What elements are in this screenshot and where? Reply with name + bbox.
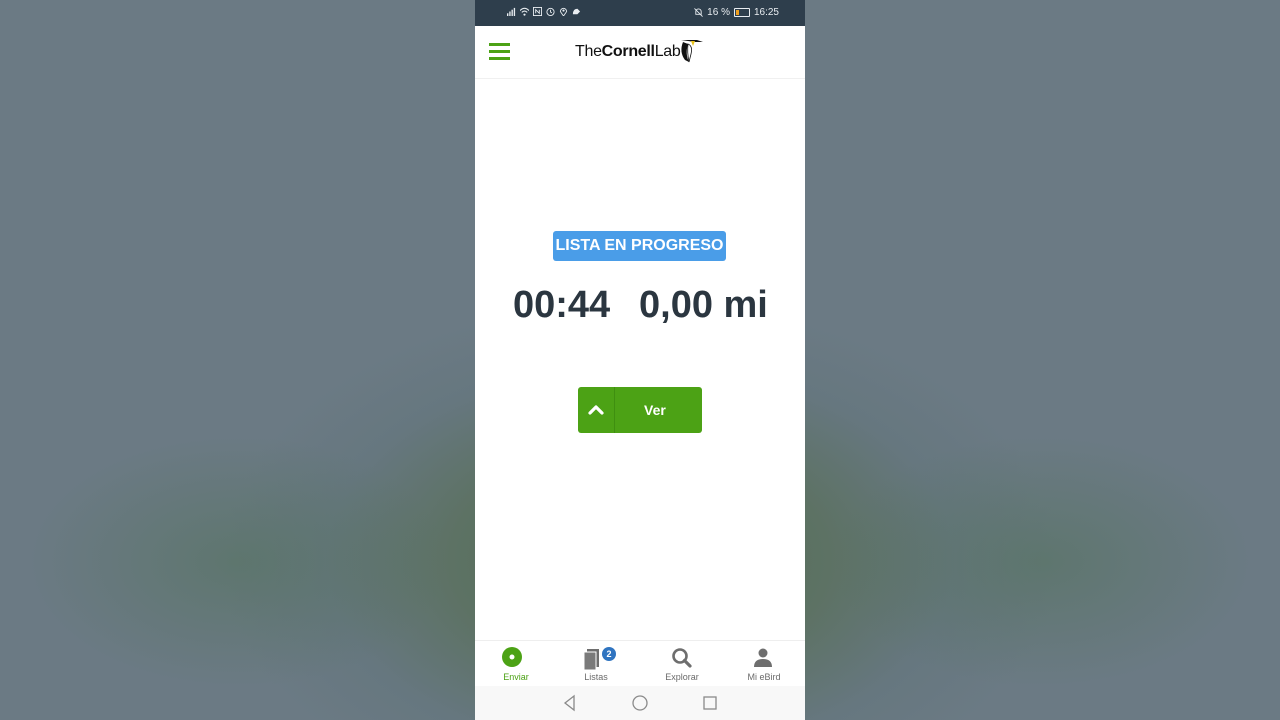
tab-label: Explorar	[665, 672, 699, 682]
background-blur-right	[805, 0, 1280, 720]
clock: 16:25	[753, 7, 779, 18]
battery-icon	[733, 8, 750, 17]
background-blur-left	[0, 0, 475, 720]
tab-enviar[interactable]: Enviar	[475, 641, 557, 687]
recents-icon[interactable]	[701, 694, 719, 712]
bird-logo-icon	[681, 40, 703, 63]
chevron-up-icon	[578, 387, 615, 433]
app-notification-icon	[572, 8, 581, 15]
view-checklist-button[interactable]: Ver	[578, 387, 702, 433]
search-icon	[672, 648, 692, 668]
back-icon[interactable]	[561, 694, 579, 712]
alarm-icon	[546, 7, 555, 16]
tab-label: Mi eBird	[747, 672, 781, 682]
system-navigation-bar	[475, 686, 805, 720]
cornell-lab-logo: TheCornellLab	[575, 40, 705, 66]
hamburger-menu-icon[interactable]	[489, 43, 511, 61]
tab-listas[interactable]: Listas	[555, 641, 637, 687]
elapsed-time: 00:44	[513, 284, 611, 326]
distance-traveled: 0,00 mi	[639, 284, 768, 326]
tab-mi-ebird[interactable]: Mi eBird	[723, 641, 805, 687]
app-header: TheCornellLab	[475, 26, 805, 79]
person-icon	[754, 648, 772, 667]
tab-explorar[interactable]: Explorar	[641, 641, 723, 687]
checklist-status-badge: LISTA EN PROGRESO	[553, 231, 726, 261]
tab-label: Listas	[584, 672, 608, 682]
lists-count-badge: 2	[602, 647, 616, 661]
mute-icon	[694, 8, 704, 17]
status-bar: 16 % 16:25	[475, 0, 805, 26]
nfc-icon	[533, 7, 542, 16]
home-icon[interactable]	[631, 694, 649, 712]
submit-dot-icon	[502, 647, 522, 667]
bottom-navigation: Enviar Listas Explorar Mi eBird 2	[475, 640, 805, 687]
phone-screen: 16 % 16:25 TheCornellLab LISTA EN PROGRE…	[475, 0, 805, 720]
location-icon	[559, 7, 568, 16]
wifi-icon	[520, 7, 529, 16]
battery-percent: 16 %	[707, 7, 730, 18]
signal-icon	[507, 7, 516, 16]
view-button-label: Ver	[644, 402, 666, 418]
logo-wordmark: TheCornellLab	[575, 43, 681, 60]
tab-label: Enviar	[503, 672, 529, 682]
